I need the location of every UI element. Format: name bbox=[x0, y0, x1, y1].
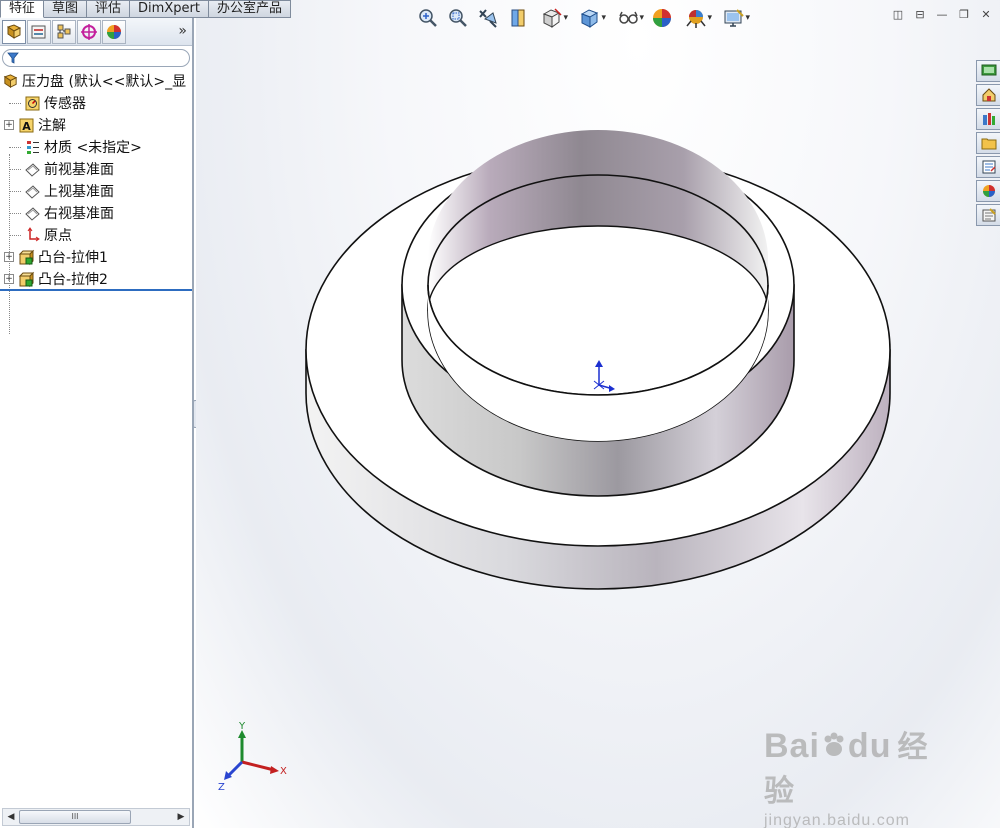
panel-tab-bar: » bbox=[0, 18, 192, 46]
tab-features[interactable]: 特征 bbox=[0, 0, 45, 18]
expand-toggle[interactable]: + bbox=[4, 120, 14, 130]
tree-item-top-plane[interactable]: 上视基准面 bbox=[0, 180, 192, 202]
rollback-bar[interactable] bbox=[0, 289, 192, 291]
tree-root-part[interactable]: 压力盘 (默认<<默认>_显 bbox=[0, 70, 192, 92]
boss-extrude-icon bbox=[18, 249, 35, 265]
tab-sketch[interactable]: 草图 bbox=[44, 0, 88, 18]
pressure-plate-model[interactable] bbox=[196, 0, 1000, 828]
tree-root-label: 压力盘 (默认<<默认>_显 bbox=[22, 74, 187, 90]
tree-item-label: 右视基准面 bbox=[44, 206, 114, 222]
triad-x-label: X bbox=[280, 766, 287, 777]
part-icon bbox=[3, 73, 18, 88]
feature-manager-tab[interactable] bbox=[2, 19, 26, 44]
display-manager-tab[interactable] bbox=[102, 19, 126, 44]
plane-icon bbox=[25, 162, 40, 177]
tree-item-boss-extrude-2[interactable]: + 凸台-拉伸2 bbox=[0, 268, 192, 290]
graphics-area[interactable]: ◫ ⊟ — ❐ ✕ bbox=[196, 0, 1000, 828]
scroll-right-button[interactable]: ▶ bbox=[173, 812, 189, 822]
tree-item-label: 材质 <未指定> bbox=[44, 140, 142, 156]
tree-filter-input[interactable] bbox=[2, 49, 190, 67]
tree-item-label: 传感器 bbox=[44, 96, 86, 112]
tree-item-annotations[interactable]: + A 注解 bbox=[0, 114, 192, 136]
paw-icon bbox=[824, 732, 844, 756]
command-manager-tabs: 特征 草图 评估 DimXpert 办公室产品 bbox=[0, 0, 291, 18]
plane-icon bbox=[25, 184, 40, 199]
tree-item-material[interactable]: 材质 <未指定> bbox=[0, 136, 192, 158]
tab-dimxpert[interactable]: DimXpert bbox=[130, 0, 209, 18]
configuration-manager-icon bbox=[57, 24, 71, 38]
tree-item-boss-extrude-1[interactable]: + 凸台-拉伸1 bbox=[0, 246, 192, 268]
property-manager-icon bbox=[31, 25, 46, 38]
watermark-brand: Bai bbox=[764, 727, 820, 765]
tree-item-label: 原点 bbox=[44, 228, 72, 244]
triad-z-label: Z bbox=[218, 782, 225, 793]
tree-item-right-plane[interactable]: 右视基准面 bbox=[0, 202, 192, 224]
tree-item-label: 凸台-拉伸1 bbox=[38, 250, 108, 266]
configuration-manager-tab[interactable] bbox=[52, 19, 76, 44]
plane-icon bbox=[25, 206, 40, 221]
origin-icon bbox=[27, 226, 40, 241]
tree-item-label: 凸台-拉伸2 bbox=[38, 272, 108, 288]
triad-y-label: Y bbox=[238, 721, 246, 732]
tree-item-label: 注解 bbox=[38, 118, 66, 134]
feature-manager-panel: » 压力盘 (默认<<默认>_显 传感器 + A 注解 材质 <未指定> 前视基… bbox=[0, 18, 194, 828]
tree-item-front-plane[interactable]: 前视基准面 bbox=[0, 158, 192, 180]
feature-tree: 压力盘 (默认<<默认>_显 传感器 + A 注解 材质 <未指定> 前视基准面… bbox=[0, 70, 192, 334]
scroll-left-button[interactable]: ◀ bbox=[3, 812, 19, 822]
tree-item-label: 前视基准面 bbox=[44, 162, 114, 178]
boss-extrude-icon bbox=[18, 271, 35, 287]
sensor-icon bbox=[25, 96, 40, 110]
reference-triad: Y X Z bbox=[218, 721, 287, 793]
tab-evaluate[interactable]: 评估 bbox=[87, 0, 131, 18]
dimxpert-manager-icon bbox=[81, 23, 97, 40]
feature-manager-icon bbox=[6, 23, 22, 39]
baidu-watermark: Bai du 经验 jingyan.baidu.com bbox=[764, 722, 944, 828]
display-manager-icon bbox=[107, 24, 121, 39]
tree-item-label: 上视基准面 bbox=[44, 184, 114, 200]
dimxpert-manager-tab[interactable] bbox=[77, 19, 101, 44]
tree-item-origin[interactable]: 原点 bbox=[0, 224, 192, 246]
filter-icon bbox=[7, 52, 19, 64]
scroll-thumb[interactable]: III bbox=[19, 810, 131, 824]
annotation-icon: A bbox=[19, 118, 34, 133]
material-icon bbox=[27, 140, 39, 154]
svg-text:A: A bbox=[22, 120, 31, 133]
watermark-url: jingyan.baidu.com bbox=[764, 812, 910, 828]
watermark-brand-suffix: du bbox=[847, 727, 892, 765]
horizontal-scrollbar[interactable]: ◀ III ▶ bbox=[2, 808, 190, 826]
tab-office-products[interactable]: 办公室产品 bbox=[208, 0, 291, 18]
tree-item-sensors[interactable]: 传感器 bbox=[0, 92, 192, 114]
property-manager-tab[interactable] bbox=[27, 19, 51, 44]
more-tabs-button[interactable]: » bbox=[178, 23, 187, 39]
